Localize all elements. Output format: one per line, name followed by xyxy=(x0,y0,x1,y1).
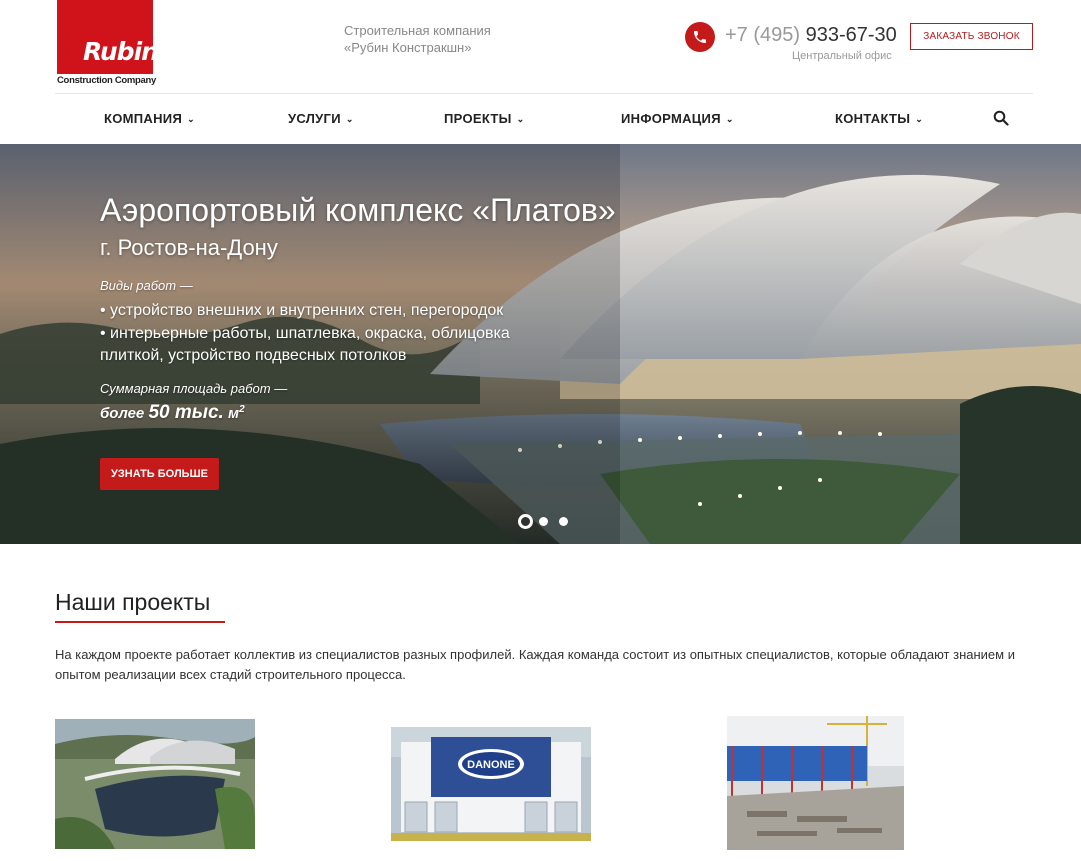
project-image-construction xyxy=(727,716,904,850)
hero-bullet-1: • устройство внешних и внутренних стен, … xyxy=(100,302,504,319)
learn-more-button[interactable]: УЗНАТЬ БОЛЬШЕ xyxy=(100,458,219,490)
phone-main-number: 933-67-30 xyxy=(805,24,897,46)
hero-work-types-list: • устройство внешних и внутренних стен, … xyxy=(100,300,550,368)
chevron-down-icon: ⌄ xyxy=(345,114,354,124)
project-image-airport xyxy=(55,719,255,849)
projects-section-title: Наши проекты xyxy=(55,589,211,615)
hero-title: Аэропортовый комплекс «Платов» xyxy=(100,192,616,228)
hero-area-label: Суммарная площадь работ — xyxy=(100,381,288,396)
project-image-danone: DANONE xyxy=(391,727,591,841)
area-number: 50 тыс. xyxy=(148,402,224,423)
area-unit: м xyxy=(228,405,240,422)
hero-city: г. Ростов-на-Дону xyxy=(100,235,278,260)
logo-subtitle: Construction Company xyxy=(57,75,157,86)
nav-item-label: КОМПАНИЯ xyxy=(104,111,183,126)
office-label: Центральный офис xyxy=(792,50,892,62)
nav-item-services[interactable]: УСЛУГИ ⌄ xyxy=(288,111,354,126)
nav-item-company[interactable]: КОМПАНИЯ ⌄ xyxy=(104,111,195,126)
slider-dot-3[interactable] xyxy=(559,517,568,526)
hero-area-value: более 50 тыс. м2 xyxy=(100,402,245,424)
slider-dot-2[interactable] xyxy=(539,517,548,526)
main-nav: КОМПАНИЯ ⌄ УСЛУГИ ⌄ ПРОЕКТЫ ⌄ ИНФОРМАЦИЯ ⌄ К… xyxy=(0,94,1081,144)
project-thumb-construction[interactable] xyxy=(727,716,904,850)
nav-item-projects[interactable]: ПРОЕКТЫ ⌄ xyxy=(444,111,525,126)
hero-slider: Аэропортовый комплекс «Платов» г. Ростов… xyxy=(0,144,1081,544)
project-thumb-danone[interactable]: DANONE xyxy=(391,727,591,841)
title-underline xyxy=(55,621,225,623)
projects-description: На каждом проекте работает коллектив из … xyxy=(55,647,1015,682)
magnifier-icon xyxy=(993,110,1009,126)
chevron-down-icon: ⌄ xyxy=(187,114,195,124)
chevron-down-icon: ⌄ xyxy=(915,114,924,124)
hero-work-types-label: Виды работ — xyxy=(100,278,193,293)
search-icon[interactable] xyxy=(993,110,1009,126)
slider-dot-1[interactable] xyxy=(518,514,533,529)
logo-red-block: Rubin xyxy=(57,0,159,74)
project-thumb-airport[interactable] xyxy=(55,719,255,849)
area-unit-sup: 2 xyxy=(239,404,245,415)
phone-icon[interactable] xyxy=(685,22,715,52)
company-name-line-1: Строительная компания xyxy=(344,23,491,38)
chevron-down-icon: ⌄ xyxy=(516,114,525,124)
site-header: Rubin Construction Company Строительная … xyxy=(0,0,1081,94)
order-call-button[interactable]: ЗАКАЗАТЬ ЗВОНОК xyxy=(910,23,1033,50)
phone-number[interactable]: +7 (495) 933-67-30 xyxy=(725,24,897,47)
nav-item-label: ПРОЕКТЫ xyxy=(444,111,512,126)
nav-item-information[interactable]: ИНФОРМАЦИЯ ⌄ xyxy=(621,111,734,126)
chevron-down-icon: ⌄ xyxy=(725,114,734,124)
phone-handset-icon xyxy=(694,31,706,43)
nav-item-contacts[interactable]: КОНТАКТЫ ⌄ xyxy=(835,111,923,126)
company-name-line-2: «Рубин Констракшн» xyxy=(344,40,472,55)
company-logo[interactable]: Rubin Construction Company xyxy=(57,0,159,88)
phone-prefix: +7 (495) xyxy=(725,24,801,46)
area-prefix: более xyxy=(100,405,145,422)
nav-item-label: КОНТАКТЫ xyxy=(835,111,911,126)
nav-item-label: ИНФОРМАЦИЯ xyxy=(621,111,721,126)
nav-item-label: УСЛУГИ xyxy=(288,111,341,126)
danone-logo-text: DANONE xyxy=(467,759,515,771)
company-name: Строительная компания «Рубин Констракшн» xyxy=(344,22,491,56)
logo-wordmark: Rubin xyxy=(83,37,159,66)
hero-bullet-2: • интерьерные работы, шпатлевка, окраска… xyxy=(100,324,510,365)
